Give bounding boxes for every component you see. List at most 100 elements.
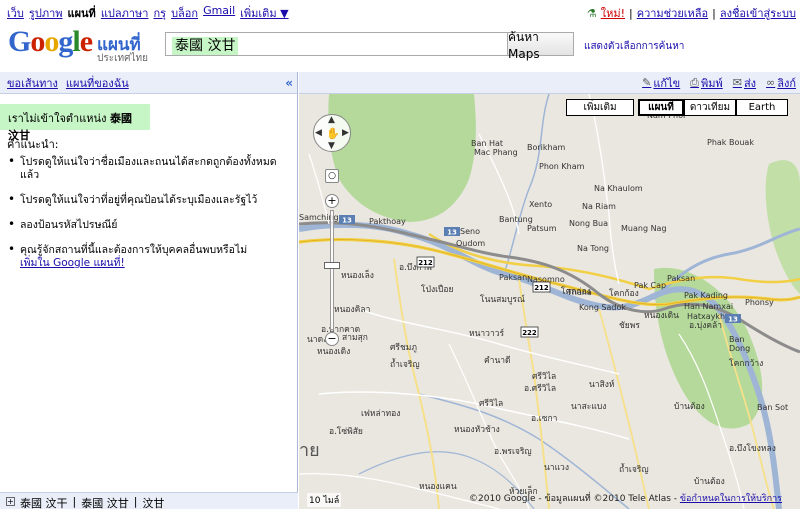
svg-text:อ.พรเจริญ: อ.พรเจริญ <box>494 447 532 457</box>
pan-down-icon[interactable]: ▼ <box>328 141 335 151</box>
more-layers-button[interactable]: เพิ่มเติม <box>566 99 634 116</box>
route-shield: 13 <box>339 215 355 225</box>
map-copyright: ©2010 Google - ข้อมูลแผนที่ ©2010 Tele A… <box>469 491 782 505</box>
svg-text:อ.โซ่พิสัย: อ.โซ่พิสัย <box>329 426 363 437</box>
svg-text:ถ้ำเจริญ: ถ้ำเจริญ <box>619 463 649 475</box>
search-input[interactable]: 泰國 汶甘 <box>165 32 507 56</box>
svg-text:อ.บุ่งคล้า: อ.บุ่งคล้า <box>689 320 722 331</box>
pan-right-icon[interactable]: ▶ <box>342 128 349 138</box>
svg-text:Phak Bouak: Phak Bouak <box>707 138 754 147</box>
zoom-slider-thumb[interactable] <box>324 262 340 269</box>
zoom-in-button[interactable]: + <box>325 194 339 208</box>
left-panel-tabs: ขอเส้นทาง แผนที่ของฉัน <box>0 72 297 94</box>
whats-new-link[interactable]: ใหม่! <box>601 4 625 22</box>
nav-blogger[interactable]: บล็อก <box>171 4 198 22</box>
print-tool[interactable]: ⎙ พิมพ์ <box>690 74 723 92</box>
add-to-google-maps-link[interactable]: เพิ่มใน Google แผนที่! <box>20 257 125 269</box>
nav-gmail[interactable]: Gmail <box>203 4 235 22</box>
pan-control[interactable]: ▲ ▼ ◀ ▶ ✋ <box>313 114 351 152</box>
sign-in-link[interactable]: ลงชื่อเข้าสู่ระบบ <box>720 4 796 22</box>
scale-bar: 10 ไมล์ <box>307 493 342 507</box>
svg-text:โนนสมบูรณ์: โนนสมบูรณ์ <box>480 294 525 305</box>
svg-text:าย: าย <box>299 440 320 460</box>
zoom-out-button[interactable]: − <box>325 332 339 346</box>
zoom-slider-track[interactable] <box>330 210 334 330</box>
link-tool[interactable]: ∞ ลิงก์ <box>766 74 796 92</box>
recent-searches-bar: + 泰國 汶干 | 泰國 汶甘 | 汶甘 <box>0 492 298 510</box>
nav-web[interactable]: เว็บ <box>7 4 24 22</box>
svg-text:ศรีวิไล: ศรีวิไล <box>479 398 503 409</box>
copyright-text: ©2010 Google - ข้อมูลแผนที่ ©2010 Tele A… <box>469 494 678 504</box>
svg-text:เฟหล่าทอง: เฟหล่าทอง <box>361 409 400 419</box>
svg-text:Phonsy: Phonsy <box>745 298 774 307</box>
map-tiles[interactable]: Nam Phoi Ban Hat Mac Phang Borikham Phon… <box>299 94 800 509</box>
search-maps-button[interactable]: ค้นหา Maps <box>507 30 574 61</box>
svg-text:นาแวง: นาแวง <box>544 463 569 473</box>
svg-text:Dong: Dong <box>729 344 750 353</box>
svg-text:หนองแคน: หนองแคน <box>419 482 457 492</box>
labs-flask-icon: ⚗ <box>586 6 597 20</box>
recent-search-item[interactable]: 泰國 汶干 <box>20 495 68 510</box>
svg-text:13: 13 <box>342 217 352 225</box>
svg-text:Pak Kading: Pak Kading <box>684 291 728 300</box>
send-tool[interactable]: ✉ ส่ง <box>733 74 756 92</box>
nav-images[interactable]: รูปภาพ <box>29 4 63 22</box>
google-logo[interactable]: Google <box>8 27 93 57</box>
printer-icon: ⎙ <box>690 75 699 89</box>
map-view-button[interactable]: แผนที่ <box>638 99 684 116</box>
svg-text:ศรีวิไล: ศรีวิไล <box>532 371 556 382</box>
separator: | <box>72 495 77 508</box>
pencil-icon: ✎ <box>642 76 652 89</box>
maps-header: Google แผนที่ ประเทศไทย 泰國 汶甘 ค้นหา Maps… <box>0 22 800 70</box>
svg-text:Seno: Seno <box>460 227 480 236</box>
google-services-nav: เว็บ รูปภาพ แผนที่ แปลภาษา กรุ บล็อก Gma… <box>7 4 289 22</box>
svg-text:Pakthoay: Pakthoay <box>369 217 406 226</box>
svg-text:Kong Sadok: Kong Sadok <box>579 303 626 312</box>
suggestion-item: ลองป้อนรหัสไปรษณีย์ <box>7 218 287 232</box>
svg-text:Pak Cap: Pak Cap <box>634 281 666 290</box>
svg-text:Paksan: Paksan <box>499 273 527 282</box>
edit-tool[interactable]: ✎ แก้ไข <box>642 74 680 92</box>
recent-search-item[interactable]: 汶甘 <box>142 495 164 510</box>
recent-search-item[interactable]: 泰國 汶甘 <box>81 495 129 510</box>
svg-text:Nong Bua: Nong Bua <box>569 219 608 228</box>
chain-link-icon: ∞ <box>766 76 776 89</box>
svg-text:Xento: Xento <box>529 200 552 209</box>
svg-text:อ.เซกา: อ.เซกา <box>531 414 557 424</box>
nav-translate[interactable]: แปลภาษา <box>101 4 149 22</box>
svg-text:Borikham: Borikham <box>527 143 566 152</box>
svg-text:โคกกว้าง: โคกกว้าง <box>729 358 763 369</box>
svg-text:13: 13 <box>728 316 738 324</box>
suggestion-item: คุณรู้จักสถานที่นี้และต้องการให้บุคคลอื่… <box>7 243 287 270</box>
earth-view-button[interactable]: Earth <box>736 99 788 116</box>
my-maps-link[interactable]: แผนที่ของฉัน <box>66 74 129 92</box>
help-link[interactable]: ความช่วยเหลือ <box>637 4 708 22</box>
svg-text:อ.บึงโขงหลง: อ.บึงโขงหลง <box>729 443 776 454</box>
pan-up-icon[interactable]: ▲ <box>328 115 335 125</box>
svg-text:อ.ศรีวิไล: อ.ศรีวิไล <box>524 383 556 394</box>
route-shield: 13 <box>725 314 741 324</box>
map-canvas[interactable]: ✎ แก้ไข ⎙ พิมพ์ ✉ ส่ง ∞ ลิงก์ Ban Hat Ma… <box>299 72 800 509</box>
terms-of-service-link[interactable]: ข้อกำหนดในการให้บริการ <box>680 494 782 504</box>
map-toolbar: ✎ แก้ไข ⎙ พิมพ์ ✉ ส่ง ∞ ลิงก์ <box>299 72 800 94</box>
expand-plus-icon[interactable]: + <box>6 497 15 506</box>
nav-more[interactable]: เพิ่มเติม ▼ <box>240 4 288 22</box>
pan-left-icon[interactable]: ◀ <box>315 128 322 138</box>
nav-maps[interactable]: แผนที่ <box>68 4 96 22</box>
nav-groups[interactable]: กรุ <box>153 4 166 22</box>
svg-text:ศรีชมภู: ศรีชมภู <box>390 342 417 353</box>
hand-drag-icon[interactable]: ✋ <box>326 127 340 140</box>
get-directions-link[interactable]: ขอเส้นทาง <box>7 74 58 92</box>
search-options-link[interactable]: แสดงตัวเลือกการค้นหา <box>584 39 684 54</box>
left-panel: ขอเส้นทาง แผนที่ของฉัน « เราไม่เข้าใจตำแ… <box>0 72 298 510</box>
suggestion-item: โปรดดูให้แน่ใจว่าชื่อเมืองและถนนได้สะกดถ… <box>7 155 287 182</box>
svg-text:ชัยพร: ชัยพร <box>619 321 640 331</box>
svg-text:Na Khaulom: Na Khaulom <box>594 184 643 193</box>
streetview-pegman-icon[interactable]: ○ <box>325 169 339 183</box>
satellite-view-button[interactable]: ดาวเทียม <box>684 99 736 116</box>
svg-text:Oudom: Oudom <box>456 239 485 248</box>
scale-bar-label: 10 ไมล์ <box>309 496 340 506</box>
notice-text: เราไม่เข้าใจตำแหน่ง <box>8 112 107 125</box>
collapse-panel-icon[interactable]: « <box>285 76 293 90</box>
route-shield: 212 <box>532 281 551 293</box>
